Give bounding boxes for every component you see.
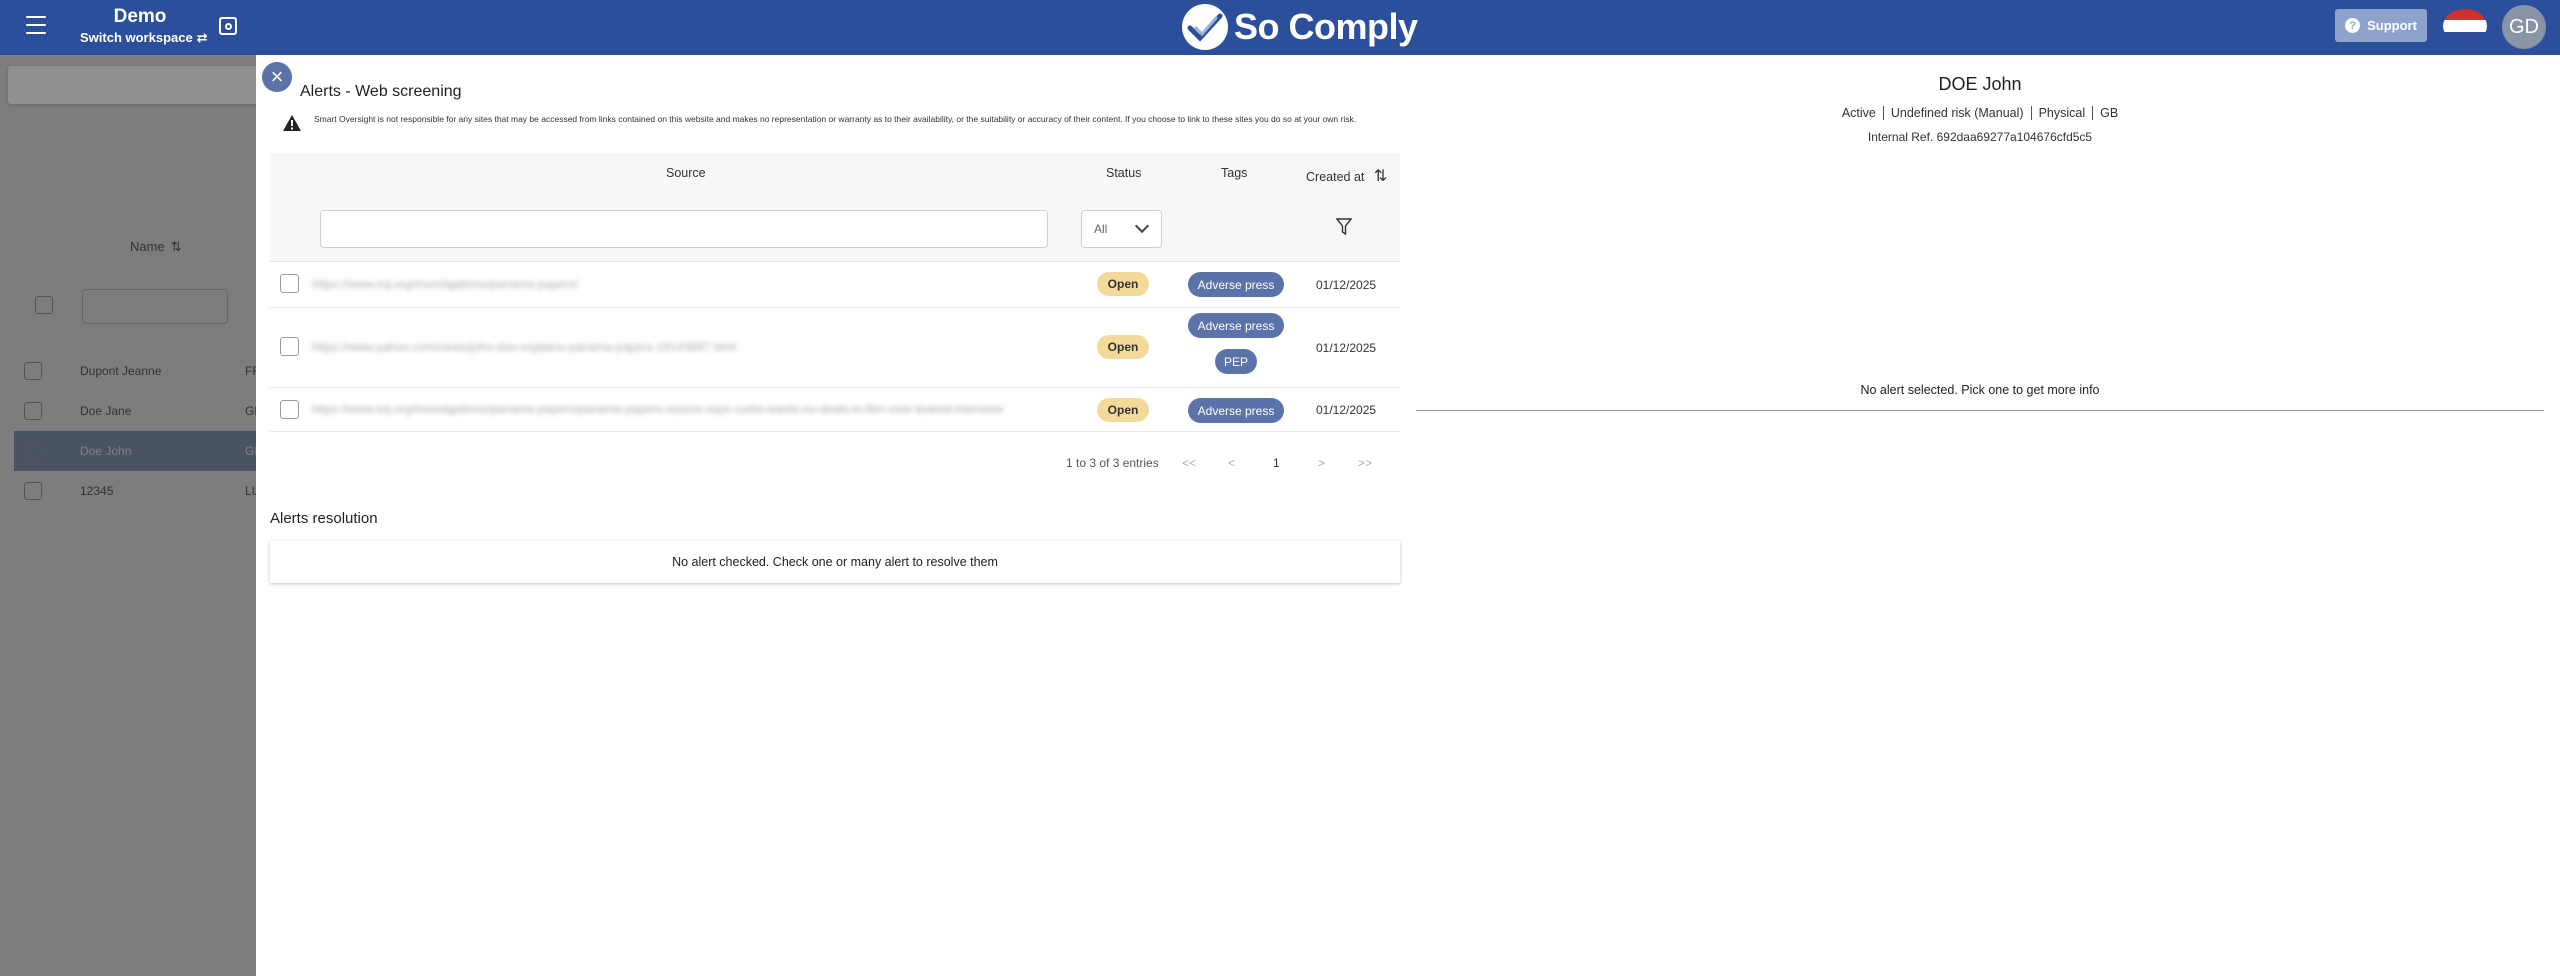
row-name: Doe Jane (80, 404, 132, 418)
chevron-down-icon (1134, 218, 1150, 234)
row-name: Doe John (80, 444, 132, 458)
row-name: 12345 (80, 484, 114, 498)
row-checkbox[interactable] (280, 337, 299, 356)
tag-badge: Adverse press (1188, 398, 1284, 423)
person-meta: Active Undefined risk (Manual) Physical … (1780, 106, 2180, 120)
tag-badge: Adverse press (1188, 272, 1284, 297)
tags-column-header: Tags (1221, 166, 1248, 180)
close-icon[interactable]: × (262, 62, 292, 92)
created-at: 01/12/2025 (1316, 341, 1377, 355)
list-item[interactable]: 12345 LU (14, 471, 260, 511)
select-all-checkbox[interactable] (35, 296, 53, 314)
list-item-selected[interactable]: Doe John GB (14, 431, 262, 471)
workspace-title: Demo (113, 6, 167, 27)
created-at: 01/12/2025 (1316, 403, 1377, 417)
name-filter-input[interactable] (82, 289, 228, 324)
alerts-title: Alerts - Web screening (300, 83, 462, 100)
check-logo-icon (1182, 4, 1228, 50)
row-checkbox[interactable] (24, 402, 42, 420)
status-badge: Open (1097, 398, 1149, 422)
brand-logo: So Comply (1182, 3, 1418, 51)
status-filter-select[interactable]: All (1081, 210, 1162, 248)
source-column-header: Source (666, 166, 706, 180)
table-row[interactable]: https://www.icij.org/investigations/pana… (270, 388, 1400, 432)
filter-icon[interactable] (1336, 218, 1352, 236)
source-link[interactable]: https://www.yahoo.com/news/john-doe-expl… (312, 340, 736, 354)
switch-workspace-label: Switch workspace (80, 30, 193, 45)
next-page-button[interactable]: > (1318, 456, 1325, 470)
row-name: Dupont Jeanne (80, 364, 162, 378)
warning-icon (283, 115, 301, 131)
no-alert-message: No alert selected. Pick one to get more … (1860, 383, 2100, 397)
name-header-label: Name (130, 239, 165, 254)
tag-badge: PEP (1215, 349, 1257, 374)
person-status: Active (1835, 106, 1884, 120)
status-column-header: Status (1106, 166, 1142, 180)
resolution-title: Alerts resolution (270, 510, 378, 527)
tag-badge: Adverse press (1188, 313, 1284, 338)
menu-icon[interactable] (26, 16, 46, 34)
source-link[interactable]: https://www.icij.org/investigations/pana… (312, 277, 578, 291)
list-item[interactable]: Dupont Jeanne FR (14, 351, 261, 391)
row-checkbox[interactable] (280, 400, 299, 419)
divider (1416, 410, 2544, 411)
list-item[interactable]: Doe Jane GB (14, 391, 262, 431)
row-checkbox[interactable] (24, 362, 42, 380)
status-filter-value: All (1094, 222, 1108, 236)
page-number[interactable]: 1 (1273, 456, 1280, 470)
person-name: DOE John (1938, 74, 2022, 94)
table-row[interactable]: https://www.icij.org/investigations/pana… (270, 262, 1400, 308)
support-label: Support (2367, 18, 2417, 33)
person-country: GB (2100, 106, 2119, 120)
help-icon: ? (2345, 18, 2361, 33)
sort-icon[interactable]: ⇅ (1374, 168, 1387, 185)
disclaimer-text: Smart Oversight is not responsible for a… (314, 114, 1357, 124)
pagination-summary: 1 to 3 of 3 entries (1066, 456, 1159, 470)
created-at-column-header[interactable]: Created at ⇅ (1306, 166, 1387, 186)
resolution-panel: No alert checked. Check one or many aler… (270, 541, 1400, 583)
created-at-label: Created at (1306, 170, 1365, 184)
switch-workspace-button[interactable]: Switch workspace ⇄ (80, 30, 208, 46)
filter-row: All (270, 195, 1400, 262)
row-checkbox[interactable] (24, 482, 42, 500)
person-type: Physical (2032, 106, 2094, 120)
row-checkbox[interactable] (24, 442, 42, 460)
row-checkbox[interactable] (280, 274, 299, 293)
source-filter-input[interactable] (320, 210, 1048, 248)
settings-icon[interactable] (219, 17, 237, 35)
status-badge: Open (1097, 335, 1149, 359)
person-risk: Undefined risk (Manual) (1884, 106, 2032, 120)
avatar[interactable]: GD (2502, 5, 2546, 49)
resolution-empty-message: No alert checked. Check one or many aler… (672, 555, 998, 569)
table-row[interactable]: https://www.yahoo.com/news/john-doe-expl… (270, 308, 1400, 388)
swap-icon: ⇄ (196, 30, 208, 45)
internal-ref: Internal Ref. 692daa69277a104676cfd5c5 (1867, 130, 2093, 144)
background-toolbar-card (8, 66, 268, 104)
first-page-button[interactable]: << (1182, 456, 1196, 470)
support-button[interactable]: ? Support (2335, 9, 2427, 42)
sort-icon: ⇅ (170, 239, 182, 254)
name-column-header[interactable]: Name ⇅ (130, 239, 182, 255)
brand-name: So Comply (1234, 6, 1418, 47)
prev-page-button[interactable]: < (1228, 456, 1235, 470)
created-at: 01/12/2025 (1316, 278, 1377, 292)
status-badge: Open (1097, 272, 1149, 296)
source-link[interactable]: https://www.icij.org/investigations/pana… (312, 402, 1003, 416)
top-bar: Demo Switch workspace ⇄ So Comply ? Suppo… (0, 0, 2560, 55)
language-flag-icon[interactable] (2443, 9, 2487, 43)
last-page-button[interactable]: >> (1358, 456, 1372, 470)
alerts-table-header: Source Status Tags Created at ⇅ (270, 153, 1400, 195)
